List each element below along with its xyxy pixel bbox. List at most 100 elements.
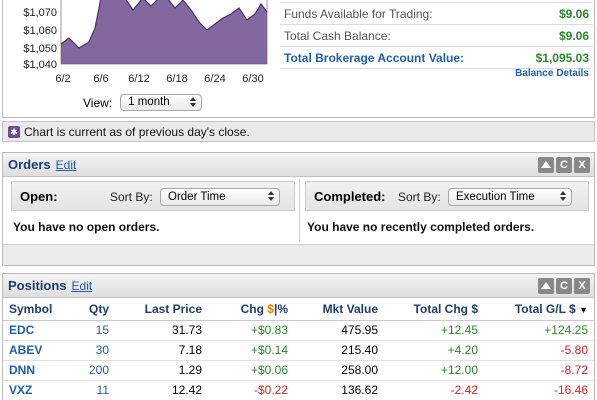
positions-table: Symbol Qty Last Price Chg $|% Mkt Value … — [3, 298, 594, 400]
position-mkt-value: 215.40 — [294, 340, 384, 361]
refresh-icon[interactable]: C — [556, 278, 572, 294]
col-total-chg[interactable]: Total Chg $ — [384, 298, 484, 321]
position-qty-link[interactable]: 200 — [73, 360, 115, 381]
position-total-chg: +4.20 — [384, 340, 484, 361]
open-orders-title: Open: — [20, 188, 58, 204]
summary-value: $9.06 — [558, 6, 589, 21]
position-symbol-link[interactable]: EDC — [3, 320, 73, 341]
summary-label: Funds Available for Trading: — [284, 6, 433, 21]
position-last-price: 1.29 — [115, 360, 208, 381]
no-completed-orders-message: You have no recently completed orders. — [307, 220, 535, 234]
orders-divider — [299, 179, 300, 242]
position-symbol-link[interactable]: VXZ — [3, 380, 73, 400]
position-total-gl: -8.72 — [484, 360, 594, 381]
sort-select-value: Execution Time — [456, 191, 535, 203]
position-symbol-link[interactable]: ABEV — [3, 340, 73, 361]
open-orders-sort-select[interactable]: Order Time — [160, 188, 280, 206]
y-tick-label: $1,070 — [23, 7, 57, 19]
summary-row-funds-available: Funds Available for Trading: $9.06 — [280, 3, 593, 25]
account-summary: Funds Available for Trading: $9.06 Total… — [280, 0, 593, 79]
position-mkt-value: 258.00 — [294, 360, 384, 381]
orders-panel: Orders Edit C X Open: Sort By: Order Tim… — [2, 152, 595, 266]
col-mkt-value[interactable]: Mkt Value — [294, 298, 384, 321]
x-tick-label: 6/24 — [204, 73, 225, 85]
select-arrows-icon — [560, 191, 566, 202]
col-chg[interactable]: Chg $|% — [208, 298, 294, 321]
position-qty-link[interactable]: 11 — [73, 380, 115, 400]
sort-by-label: Sort By: — [110, 190, 153, 204]
view-label: View: — [83, 95, 113, 110]
positions-edit-link[interactable]: Edit — [72, 279, 93, 293]
sort-desc-icon: ▼ — [579, 304, 588, 315]
x-tick-label: 6/18 — [166, 73, 187, 85]
completed-orders-sort-select[interactable]: Execution Time — [448, 188, 572, 206]
positions-panel: Positions Edit C X Symbol Qty Last Price… — [2, 273, 595, 400]
col-symbol[interactable]: Symbol — [3, 298, 73, 321]
positions-header-row: Symbol Qty Last Price Chg $|% Mkt Value … — [3, 298, 594, 321]
table-row: VXZ 11 12.42 -$0.22 136.62 -2.42 -16.46 — [3, 380, 594, 400]
position-chg: +$0.14 — [208, 340, 294, 361]
position-last-price: 31.73 — [115, 320, 208, 341]
completed-orders-title: Completed: — [314, 188, 386, 204]
select-arrows-icon — [268, 191, 274, 202]
y-tick-label: $1,050 — [23, 43, 57, 55]
view-range-select[interactable]: 1 month — [120, 94, 203, 111]
position-mkt-value: 475.95 — [294, 320, 384, 341]
col-chg-dollar-toggle[interactable]: $ — [267, 302, 274, 316]
orders-panel-header: Orders Edit C X — [3, 153, 594, 177]
col-total-gl[interactable]: Total G/L $ ▼ — [484, 298, 594, 321]
y-tick-label: $1,040 — [23, 59, 57, 71]
no-open-orders-message: You have no open orders. — [13, 220, 160, 234]
summary-row-cash-balance: Total Cash Balance: $9.06 — [280, 25, 593, 47]
x-tick-label: 6/30 — [242, 73, 263, 85]
table-row: ABEV 30 7.18 +$0.14 215.40 +4.20 -5.80 — [3, 340, 594, 361]
position-last-price: 7.18 — [115, 340, 208, 361]
x-tick-label: 6/2 — [55, 73, 70, 85]
summary-label[interactable]: Total Brokerage Account Value: — [284, 51, 464, 65]
position-symbol-link[interactable]: DNN — [3, 360, 73, 381]
col-last-price[interactable]: Last Price — [115, 298, 208, 321]
close-icon[interactable]: X — [574, 157, 590, 173]
account-overview-panel: $1,070 $1,060 $1,050 $1,040 6/2 6/6 6/12… — [2, 0, 595, 118]
y-tick-label: $1,060 — [23, 25, 57, 37]
position-qty-link[interactable]: 15 — [73, 320, 115, 341]
collapse-icon[interactable] — [538, 157, 554, 173]
position-total-chg: +12.00 — [384, 360, 484, 381]
position-last-price: 12.42 — [115, 380, 208, 400]
x-tick-label: 6/12 — [128, 73, 149, 85]
col-total-gl-label: Total G/L $ — [514, 301, 576, 316]
position-total-chg: -2.42 — [384, 380, 484, 400]
positions-panel-header: Positions Edit C X — [3, 274, 594, 298]
sort-by-label: Sort By: — [398, 190, 441, 204]
col-chg-pct-toggle[interactable]: % — [277, 302, 288, 316]
table-row: EDC 15 31.73 +$0.83 475.95 +12.45 +124.2… — [3, 320, 594, 341]
collapse-icon[interactable] — [538, 278, 554, 294]
col-qty[interactable]: Qty — [73, 298, 115, 321]
summary-row-total-value: Total Brokerage Account Value: $1,095.03 — [280, 47, 593, 69]
orders-footer-bar — [3, 244, 594, 265]
view-range-value: 1 month — [128, 96, 170, 108]
position-total-gl: +124.25 — [484, 320, 594, 341]
position-qty-link[interactable]: 30 — [73, 340, 115, 361]
summary-label: Total Cash Balance: — [284, 28, 391, 43]
orders-panel-controls: C X — [538, 157, 590, 173]
position-total-gl: -5.80 — [484, 340, 594, 361]
table-row: DNN 200 1.29 +$0.06 258.00 +12.00 -8.72 — [3, 360, 594, 381]
orders-title: Orders — [8, 157, 51, 172]
select-arrows-icon — [190, 97, 197, 108]
chart-info-bar: ✱ Chart is current as of previous day's … — [2, 121, 595, 142]
info-icon: ✱ — [8, 125, 20, 138]
chart-info-text: Chart is current as of previous day's cl… — [24, 124, 250, 139]
position-mkt-value: 136.62 — [294, 380, 384, 400]
orders-edit-link[interactable]: Edit — [56, 158, 77, 172]
balance-details-link[interactable]: Balance Details — [515, 68, 589, 79]
position-total-chg: +12.45 — [384, 320, 484, 341]
chart-view-control: View: 1 month — [83, 94, 203, 111]
position-total-gl: -16.46 — [484, 380, 594, 400]
open-orders-header: Open: Sort By: Order Time — [11, 181, 295, 211]
summary-value: $9.06 — [558, 28, 589, 43]
col-chg-label: Chg — [240, 301, 264, 316]
positions-panel-controls: C X — [538, 278, 590, 294]
close-icon[interactable]: X — [574, 278, 590, 294]
refresh-icon[interactable]: C — [556, 157, 572, 173]
